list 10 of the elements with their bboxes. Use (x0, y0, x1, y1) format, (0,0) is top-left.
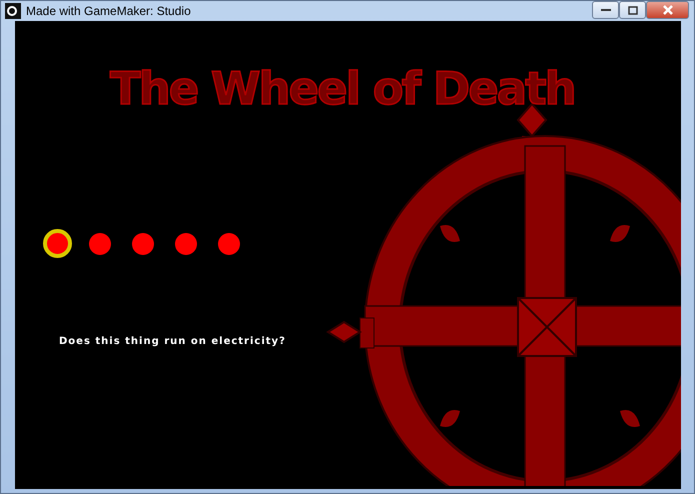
app-icon (5, 3, 21, 19)
maximize-button[interactable] (619, 1, 646, 19)
minimize-icon (600, 8, 610, 12)
question-text: Does this thing run on electricity? (59, 336, 287, 347)
close-icon (662, 5, 674, 15)
window-title: Made with GameMaker: Studio (26, 4, 191, 18)
maximize-icon (628, 6, 638, 14)
game-title: The Wheel of Death (110, 61, 576, 117)
minimize-button[interactable] (592, 1, 619, 19)
close-button[interactable] (646, 1, 689, 19)
